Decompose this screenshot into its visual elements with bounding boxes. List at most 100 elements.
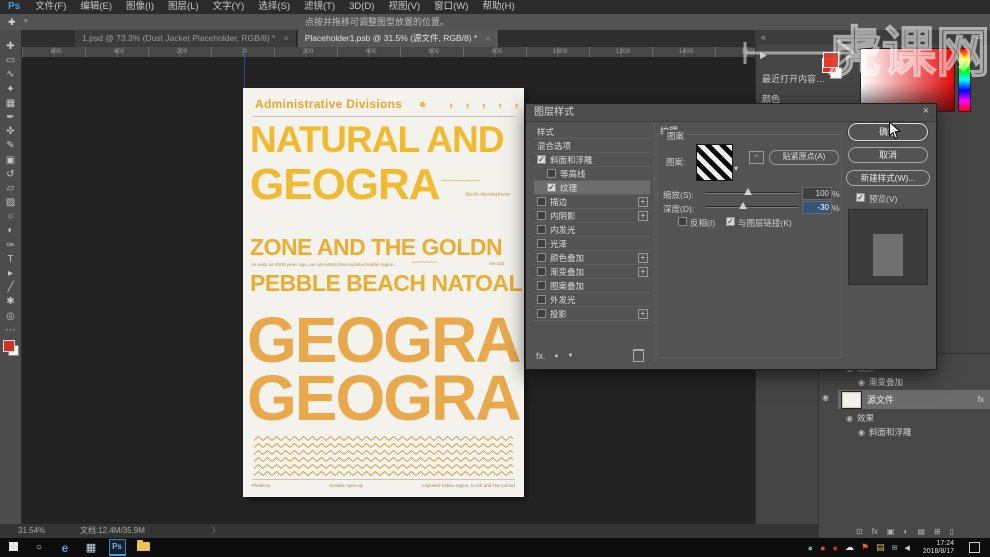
- file-explorer-icon[interactable]: [130, 542, 156, 554]
- menu-type[interactable]: 文字(Y): [206, 0, 252, 14]
- cancel-button[interactable]: 取消: [848, 147, 928, 163]
- tab-document-1[interactable]: 1.psd @ 73.3% (Dust Jacket Placeholder, …: [75, 30, 297, 47]
- styles-header[interactable]: 样式: [534, 125, 650, 139]
- crop-tool-button[interactable]: ▦: [2, 97, 20, 111]
- move-up-icon[interactable]: ▲: [554, 353, 560, 359]
- menu-layer[interactable]: 图层(L): [161, 0, 206, 14]
- checkbox[interactable]: [537, 295, 546, 304]
- photoshop-taskbar-icon[interactable]: Ps: [104, 539, 130, 556]
- brush-tool-button[interactable]: ✎: [2, 139, 20, 153]
- new-style-button[interactable]: 新建样式(W)...: [846, 170, 930, 186]
- shape-tool-button[interactable]: ╱: [2, 281, 20, 295]
- blend-options-item[interactable]: 混合选项: [534, 139, 650, 153]
- add-instance-icon[interactable]: +: [638, 211, 648, 221]
- menu-3d[interactable]: 3D(D): [342, 0, 381, 14]
- menu-select[interactable]: 选择(S): [251, 0, 297, 14]
- visibility-eye-icon[interactable]: ◉: [846, 412, 853, 425]
- tray-cloud-icon[interactable]: ☁: [845, 542, 854, 553]
- style-item-satin[interactable]: 光泽: [534, 237, 650, 251]
- eraser-tool-button[interactable]: ▱: [2, 182, 20, 196]
- cortana-search-button[interactable]: ○: [26, 542, 52, 553]
- pattern-thumbnail[interactable]: [696, 144, 733, 181]
- move-tool-button[interactable]: ✚: [2, 40, 20, 54]
- link-with-layer-checkbox[interactable]: ✓: [726, 217, 735, 226]
- depth-slider[interactable]: [706, 201, 798, 211]
- style-item-inner-shadow[interactable]: 内阴影 +: [534, 209, 650, 223]
- style-item-pattern-overlay[interactable]: 图案叠加: [534, 279, 650, 293]
- tray-icon-red[interactable]: ●: [820, 543, 825, 553]
- gradient-tool-button[interactable]: ▨: [2, 196, 20, 210]
- hand-tool-button[interactable]: ✱: [2, 295, 20, 309]
- move-tool-icon[interactable]: ✚: [8, 14, 16, 30]
- adjustment-layer-icon[interactable]: ◐: [903, 527, 908, 536]
- style-item-color-overlay[interactable]: 颜色叠加 +: [534, 251, 650, 265]
- edit-toolbar-button[interactable]: ⋯: [2, 324, 20, 338]
- layer-mask-icon[interactable]: ▣: [887, 527, 895, 536]
- checkbox[interactable]: [537, 253, 546, 262]
- zoom-level-field[interactable]: 31.54%: [18, 524, 45, 538]
- clone-stamp-tool-button[interactable]: ▣: [2, 154, 20, 168]
- add-instance-icon[interactable]: +: [638, 267, 648, 277]
- preview-label[interactable]: 预览(V): [869, 193, 897, 205]
- checkbox[interactable]: [537, 309, 546, 318]
- checkbox-checked[interactable]: ✓: [547, 183, 556, 192]
- checkbox[interactable]: [547, 169, 556, 178]
- pen-tool-button[interactable]: ✑: [2, 239, 20, 253]
- foreground-color-chip[interactable]: [822, 58, 837, 73]
- panel-menu-icon[interactable]: ≡: [977, 30, 982, 45]
- taskbar-clock[interactable]: 17:24 2018/8/17: [923, 540, 954, 556]
- checkbox-checked[interactable]: ✓: [537, 155, 546, 164]
- style-item-outer-glow[interactable]: 外发光: [534, 293, 650, 307]
- blur-tool-button[interactable]: ○: [2, 210, 20, 224]
- layer-group-icon[interactable]: ▤: [917, 527, 925, 536]
- scale-slider[interactable]: [706, 187, 798, 197]
- checkbox[interactable]: [537, 197, 546, 206]
- new-layer-icon[interactable]: ⊞: [934, 527, 941, 536]
- fx-footer-label[interactable]: fx.: [536, 351, 546, 361]
- menu-filter[interactable]: 滤镜(T): [297, 0, 342, 14]
- depth-slider-thumb[interactable]: [739, 202, 747, 209]
- checkbox[interactable]: [537, 239, 546, 248]
- quick-select-tool-button[interactable]: ✦: [2, 83, 20, 97]
- menu-file[interactable]: 文件(F): [28, 0, 73, 14]
- eyedropper-tool-button[interactable]: ✒: [2, 111, 20, 125]
- style-item-gradient-overlay[interactable]: 渐变叠加 +: [534, 265, 650, 279]
- link-layers-icon[interactable]: ⊡: [856, 527, 863, 536]
- layer-fx-badge[interactable]: fx: [978, 395, 984, 404]
- invert-checkbox[interactable]: [678, 217, 687, 226]
- style-item-bevel-emboss[interactable]: ✓ 斜面和浮雕: [534, 153, 650, 167]
- start-button[interactable]: [0, 542, 26, 554]
- menu-view[interactable]: 视图(V): [381, 0, 427, 14]
- type-tool-button[interactable]: T: [2, 253, 20, 267]
- action-center-icon[interactable]: [969, 542, 980, 553]
- tab-close-icon[interactable]: ×: [486, 33, 491, 43]
- style-item-texture-selected[interactable]: ✓ 纹理: [534, 181, 650, 195]
- visibility-eye-icon[interactable]: ◉: [822, 393, 829, 402]
- checkbox[interactable]: [537, 225, 546, 234]
- add-instance-icon[interactable]: +: [638, 253, 648, 263]
- edge-browser-icon[interactable]: e: [52, 541, 78, 555]
- depth-value-input[interactable]: -30: [802, 201, 832, 214]
- healing-brush-tool-button[interactable]: ✜: [2, 125, 20, 139]
- layer-style-icon[interactable]: fx: [872, 527, 878, 536]
- hue-slider[interactable]: [958, 48, 971, 112]
- delete-effect-icon[interactable]: [633, 349, 644, 362]
- marquee-tool-button[interactable]: ▭: [2, 54, 20, 68]
- pattern-dropdown-icon[interactable]: ▾: [734, 164, 738, 173]
- dialog-close-icon[interactable]: ×: [923, 105, 929, 117]
- lasso-tool-button[interactable]: ∿: [2, 68, 20, 82]
- style-item-drop-shadow[interactable]: 投影 +: [534, 307, 650, 321]
- preview-checkbox[interactable]: ✓: [856, 193, 865, 202]
- tab-document-2-active[interactable]: Placeholder1.psb @ 31.5% (源文件, RGB/8) * …: [298, 30, 499, 47]
- layer-thumbnail[interactable]: [842, 392, 861, 408]
- checkbox[interactable]: [537, 211, 546, 220]
- checkbox[interactable]: [537, 267, 546, 276]
- zoom-tool-button[interactable]: ◎: [2, 310, 20, 324]
- delete-layer-icon[interactable]: ▯: [950, 527, 954, 536]
- menu-image[interactable]: 图像(I): [119, 0, 161, 14]
- menu-window[interactable]: 窗口(W): [427, 0, 475, 14]
- snap-to-origin-button[interactable]: 贴紧原点(A): [769, 150, 839, 165]
- scale-value-input[interactable]: 100: [802, 187, 832, 200]
- invert-label[interactable]: 反相(I): [690, 217, 715, 229]
- add-instance-icon[interactable]: +: [638, 309, 648, 319]
